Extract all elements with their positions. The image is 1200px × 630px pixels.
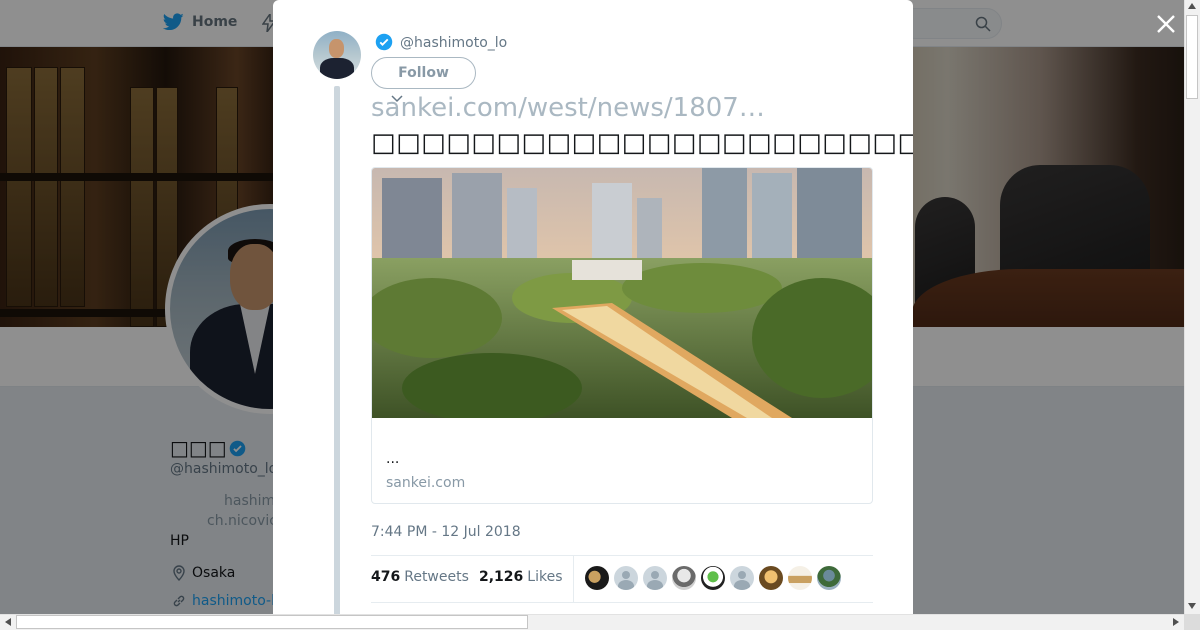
liker-avatar[interactable] (614, 566, 638, 590)
vertical-scroll-thumb[interactable] (1186, 15, 1198, 99)
likes-label: Likes (527, 569, 563, 585)
close-icon[interactable] (1154, 12, 1178, 36)
chevron-down-icon[interactable] (391, 95, 403, 103)
tweet-link[interactable]: sankei.com/west/news/1807… (371, 93, 765, 123)
stats-divider-top (371, 555, 873, 556)
card-description: ... (386, 451, 400, 467)
liker-avatar[interactable] (643, 566, 667, 590)
scroll-left-arrow-icon[interactable] (5, 618, 11, 626)
liker-avatar[interactable] (759, 566, 783, 590)
card-domain: sankei.com (386, 475, 466, 491)
likes-stat[interactable]: 2,126 Likes (479, 569, 563, 585)
tweet-timestamp[interactable]: 7:44 PM - 12 Jul 2018 (371, 524, 521, 540)
tweet-author-handle[interactable]: @hashimoto_lo (400, 35, 507, 51)
tweet-text: □□□□□□□□□□□□□□□□□□□□□□□□□□□□□□□□□□□□□□□□… (371, 128, 913, 158)
liker-avatar[interactable] (701, 566, 725, 590)
likers-avatar-list (585, 566, 841, 590)
retweets-stat[interactable]: 476 Retweets (371, 569, 469, 585)
liker-avatar[interactable] (788, 566, 812, 590)
liker-avatar[interactable] (672, 566, 696, 590)
thread-line (334, 86, 340, 614)
likes-count: 2,126 (479, 569, 524, 585)
tweet-author-avatar[interactable] (313, 31, 361, 79)
follow-button[interactable]: Follow (371, 57, 476, 89)
retweets-count: 476 (371, 569, 401, 585)
stats-separator (573, 556, 574, 602)
stats-divider-bottom (371, 602, 873, 603)
scrollbar-corner (1184, 614, 1200, 630)
verified-badge-icon (375, 33, 393, 51)
tweet-modal: @hashimoto_lo Follow sankei.com/west/new… (273, 0, 913, 614)
liker-avatar[interactable] (730, 566, 754, 590)
horizontal-scroll-thumb[interactable] (16, 615, 528, 629)
retweets-label: Retweets (404, 569, 469, 585)
liker-avatar[interactable] (585, 566, 609, 590)
card-image (372, 168, 872, 418)
scroll-up-arrow-icon[interactable] (1188, 3, 1196, 9)
scroll-right-arrow-icon[interactable] (1173, 618, 1179, 626)
scroll-down-arrow-icon[interactable] (1188, 603, 1196, 609)
link-card[interactable]: ... sankei.com (371, 167, 873, 504)
liker-avatar[interactable] (817, 566, 841, 590)
